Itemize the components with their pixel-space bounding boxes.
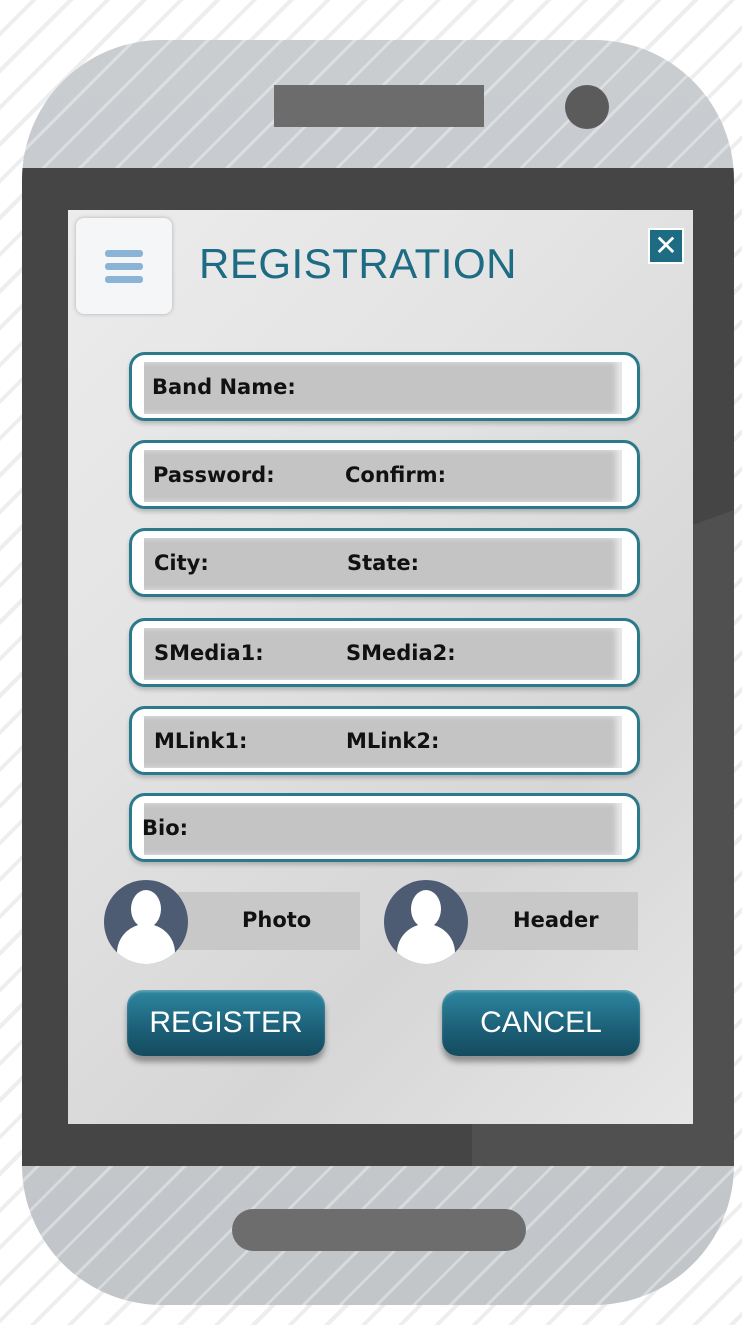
bio-input[interactable]: Bio: <box>142 803 622 855</box>
photo-avatar-icon[interactable] <box>104 880 188 964</box>
band-name-field[interactable]: Band Name: <box>129 352 640 421</box>
close-button[interactable]: ✕ <box>648 228 684 264</box>
speaker-grille <box>274 85 484 127</box>
music-link-field-row: MLink1: MLink2: <box>129 706 640 775</box>
city-label: City: <box>154 551 209 575</box>
smedia1-label: SMedia1: <box>154 641 264 665</box>
city-state-input[interactable]: City: State: <box>144 538 622 590</box>
header-label: Header <box>513 908 599 932</box>
header-upload-button[interactable]: Header <box>456 892 638 950</box>
band-name-input[interactable]: Band Name: <box>144 362 622 414</box>
mlink2-label: MLink2: <box>346 729 440 753</box>
photo-label: Photo <box>242 908 312 932</box>
hamburger-icon <box>105 249 143 283</box>
register-button[interactable]: REGISTER <box>127 990 325 1056</box>
front-camera <box>565 85 609 129</box>
cancel-button[interactable]: CANCEL <box>442 990 640 1056</box>
registration-screen: REGISTRATION ✕ Band Name: Password: Conf… <box>68 210 693 1124</box>
mlink1-label: MLink1: <box>154 729 248 753</box>
bio-field: Bio: <box>129 793 640 862</box>
password-label: Password: <box>153 463 275 487</box>
confirm-label: Confirm: <box>345 463 446 487</box>
band-name-label: Band Name: <box>152 375 296 399</box>
header-avatar-icon[interactable] <box>384 880 468 964</box>
page-title: REGISTRATION <box>199 240 517 287</box>
social-media-field-row: SMedia1: SMedia2: <box>129 618 640 687</box>
state-label: State: <box>347 551 420 575</box>
music-link-input[interactable]: MLink1: MLink2: <box>144 716 622 768</box>
password-confirm-input[interactable]: Password: Confirm: <box>144 450 622 502</box>
bio-label: Bio: <box>142 816 189 840</box>
photo-upload-button[interactable]: Photo <box>178 892 360 950</box>
menu-button[interactable] <box>76 218 172 314</box>
smedia2-label: SMedia2: <box>346 641 456 665</box>
location-field-row: City: State: <box>129 528 640 597</box>
password-field-row: Password: Confirm: <box>129 440 640 509</box>
home-button[interactable] <box>232 1209 526 1251</box>
social-media-input[interactable]: SMedia1: SMedia2: <box>144 628 622 680</box>
